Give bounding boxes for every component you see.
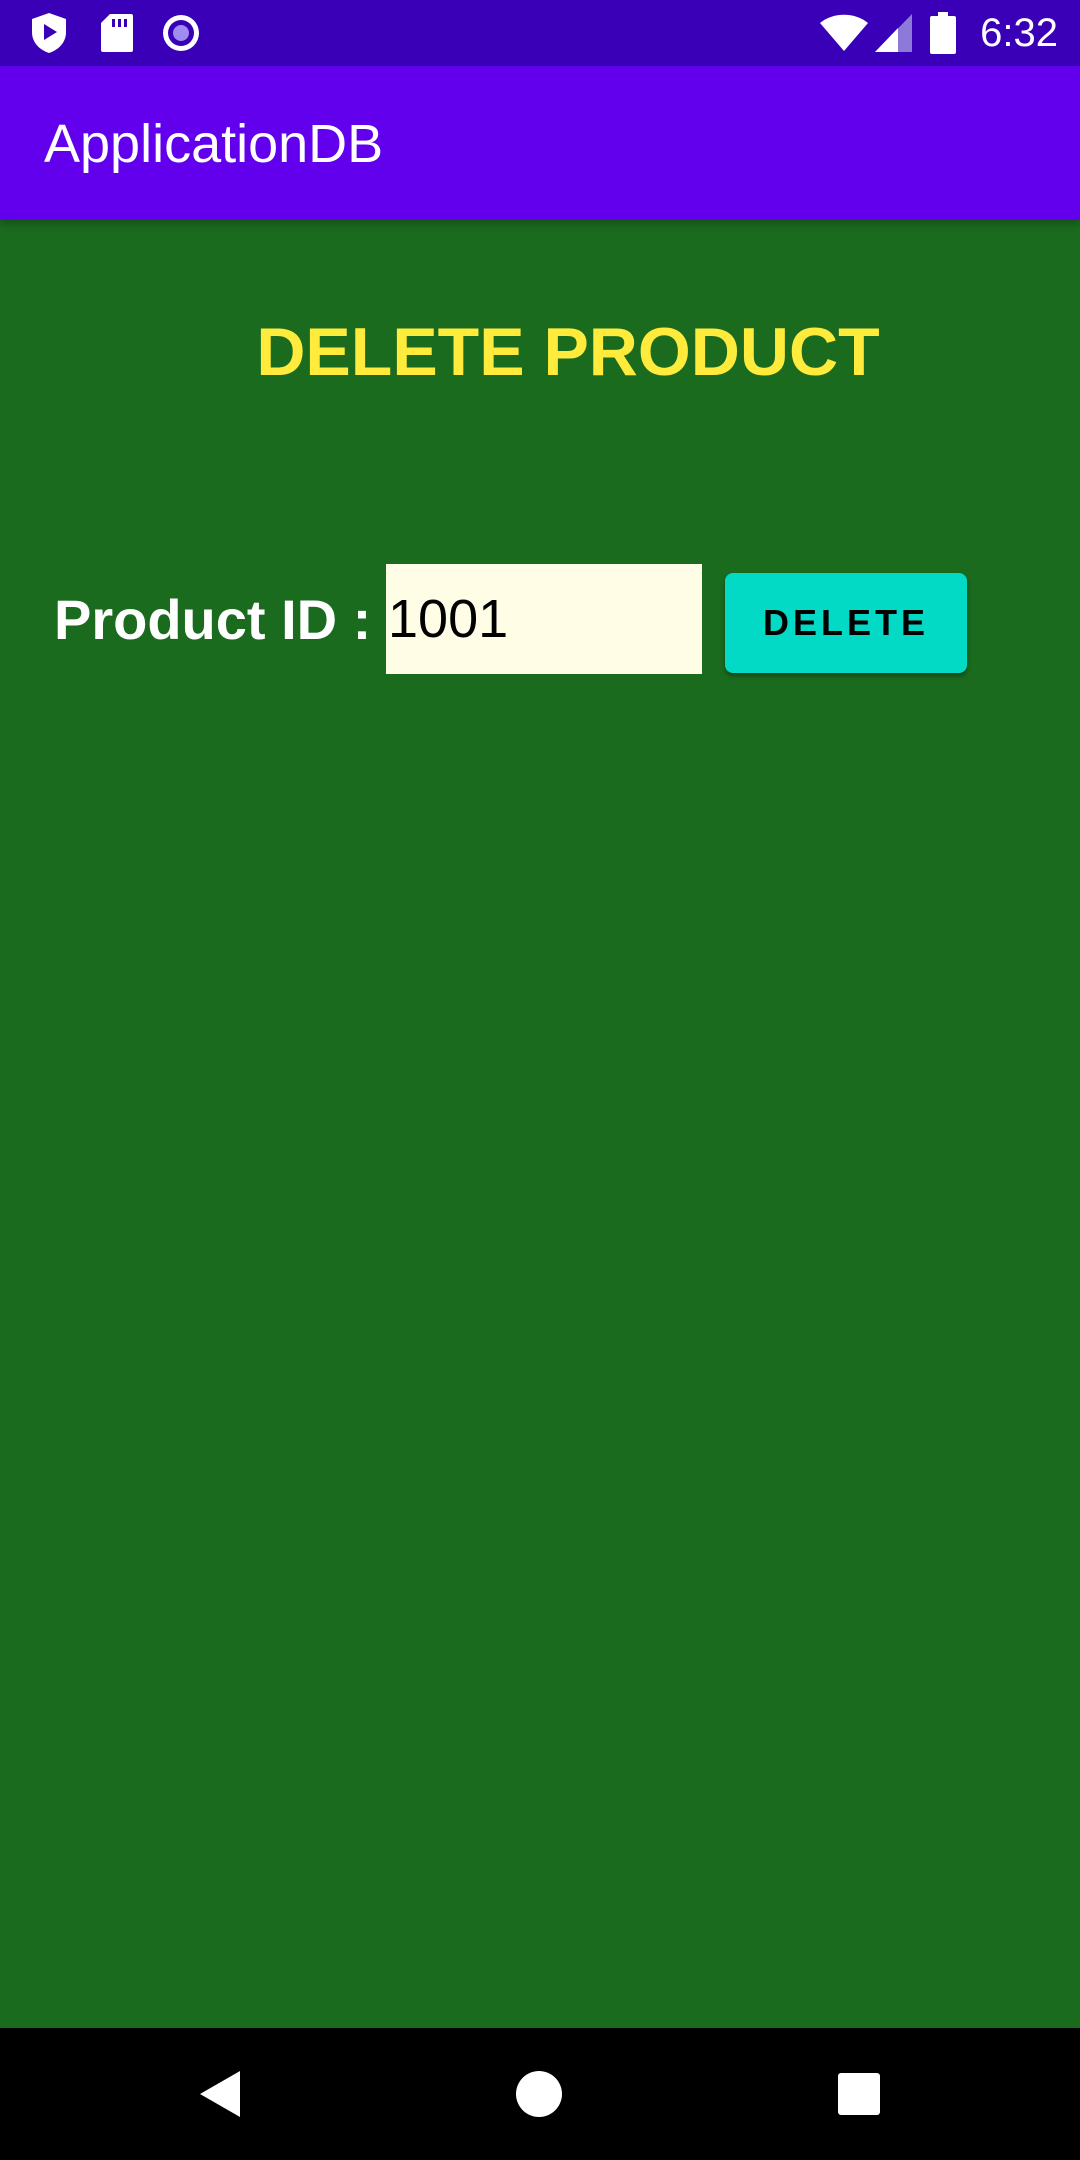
back-icon[interactable] (190, 2064, 250, 2124)
product-id-label: Product ID : (54, 588, 372, 651)
home-icon[interactable] (509, 2064, 569, 2124)
page-heading: DELETE PRODUCT (256, 314, 880, 390)
app-bar: ApplicationDB (0, 66, 1080, 220)
cellular-signal-icon (874, 12, 914, 54)
sd-card-icon (96, 12, 138, 54)
shield-play-icon (28, 12, 70, 54)
status-time: 6:32 (980, 11, 1058, 55)
battery-icon (928, 12, 958, 54)
recents-icon[interactable] (829, 2064, 889, 2124)
navigation-bar (0, 2028, 1080, 2160)
wifi-icon (818, 12, 870, 54)
product-id-input[interactable] (386, 564, 702, 674)
delete-button[interactable]: DELETE (725, 573, 967, 673)
app-screen: 6:32 ApplicationDB DELETE PRODUCT Produc… (0, 0, 1080, 2160)
record-icon (160, 12, 202, 54)
status-bar: 6:32 (0, 0, 1080, 66)
app-title: ApplicationDB (44, 114, 384, 174)
